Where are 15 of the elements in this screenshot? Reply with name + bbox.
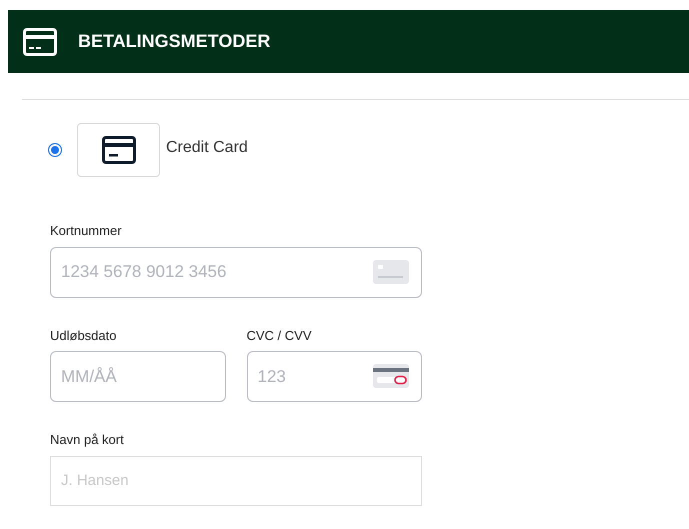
field-label: Kortnummer	[50, 222, 123, 240]
field-label: Navn på kort	[50, 431, 125, 449]
card-back-icon	[373, 364, 409, 388]
card-icon	[102, 136, 136, 164]
card-option-tile[interactable]	[77, 123, 160, 177]
card-icon	[23, 28, 57, 56]
option-label: Credit Card	[166, 138, 248, 158]
input-field[interactable]: 1234 5678 9012 3456	[50, 246, 422, 298]
radio-button[interactable]	[48, 143, 62, 157]
section-title: BETALINGSMETODER	[78, 30, 270, 53]
field-label: CVC / CVV	[246, 326, 313, 344]
input-field[interactable]: 123	[246, 351, 422, 402]
input-field[interactable]: MM/ÅÅ	[50, 351, 226, 402]
card-icon	[373, 260, 409, 284]
field-label: Udløbsdato	[50, 326, 118, 344]
